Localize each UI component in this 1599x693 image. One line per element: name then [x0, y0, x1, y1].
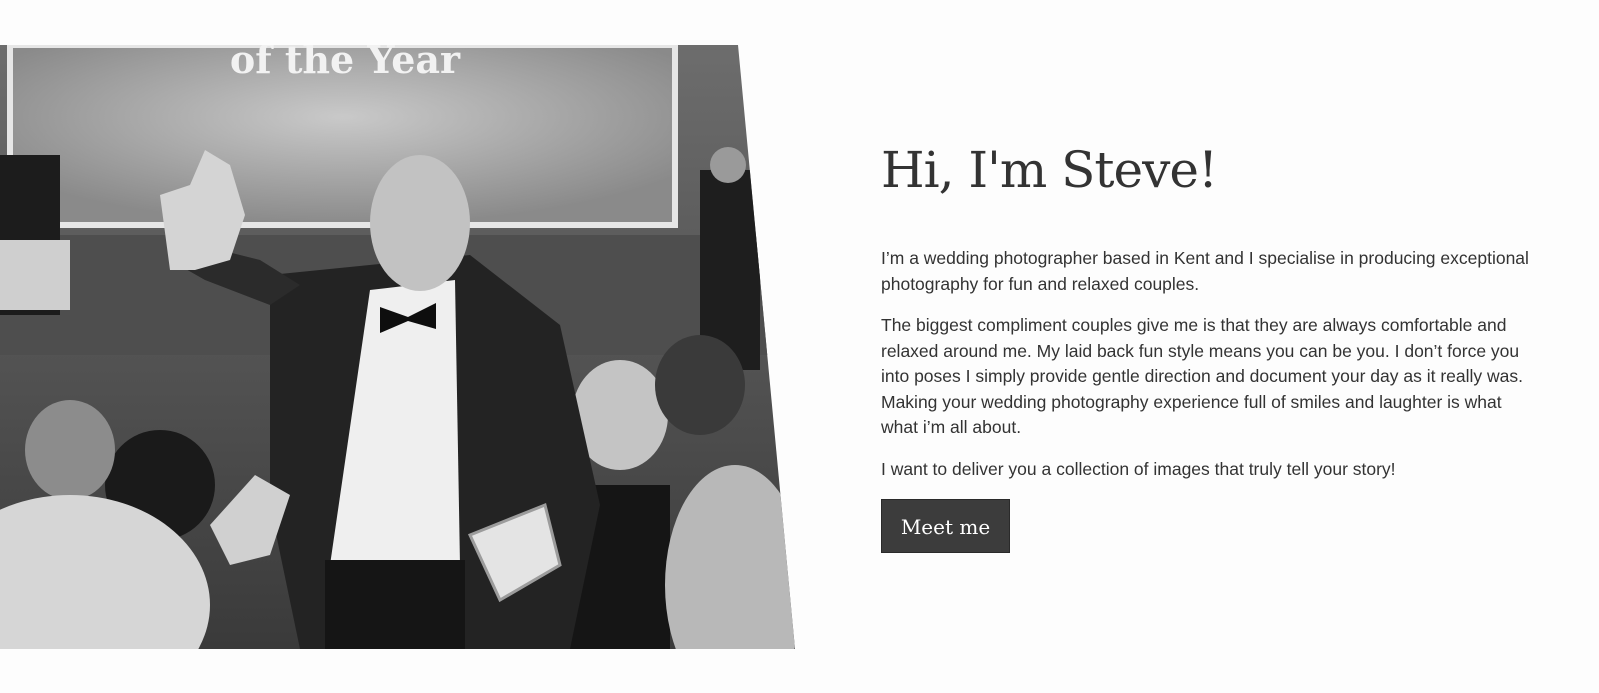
about-paragraph-3: I want to deliver you a collection of im…	[881, 458, 1396, 479]
about-content: Hi, I'm Steve! I’m a wedding photographe…	[881, 138, 1531, 553]
about-heading: Hi, I'm Steve!	[881, 141, 1218, 199]
about-photo: of the Year	[0, 45, 795, 649]
about-section: of the Year Hi, I'm Steve! I’m a wedding…	[0, 0, 1599, 693]
photo-image: of the Year	[0, 45, 795, 649]
screen-text: of the Year	[230, 45, 461, 82]
about-paragraph-1: I’m a wedding photographer based in Kent…	[881, 248, 1529, 294]
about-paragraph-2: The biggest compliment couples give me i…	[881, 315, 1523, 437]
meet-me-button[interactable]: Meet me	[881, 499, 1010, 553]
